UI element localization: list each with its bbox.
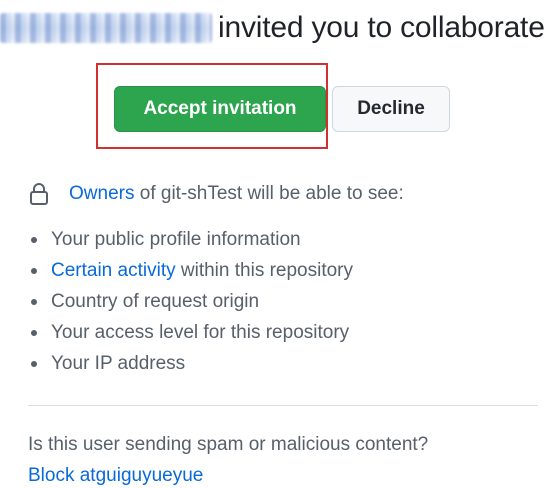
permissions-list: Your public profile information Certain … [28, 224, 353, 379]
lock-icon [30, 183, 48, 205]
list-item: Your public profile information [28, 224, 353, 255]
list-item: Country of request origin [28, 286, 353, 317]
permission-text: within this repository [180, 259, 354, 281]
bullet-icon [31, 298, 37, 305]
spam-question: Is this user sending spam or malicious c… [28, 434, 429, 455]
bullet-icon [31, 329, 37, 336]
permission-text: Your public profile information [51, 228, 301, 250]
invitation-title: invited you to collaborate [0, 6, 545, 50]
bullet-icon [31, 236, 37, 243]
list-item: Certain activity within this repository [28, 255, 353, 286]
owners-link[interactable]: Owners [69, 183, 134, 205]
bullet-icon [31, 267, 37, 274]
divider [28, 405, 538, 406]
blurred-inviter-name [0, 13, 212, 43]
certain-activity-link[interactable]: Certain activity [51, 260, 176, 282]
visibility-text: of git-shTest will be able to see: [139, 183, 404, 204]
title-text: invited you to collaborate [218, 11, 545, 44]
highlight-annotation-box [96, 63, 328, 149]
list-item: Your IP address [28, 348, 353, 379]
decline-button[interactable]: Decline [332, 86, 450, 132]
visibility-notice: Owners of git-shTest will be able to see… [28, 180, 404, 208]
block-user-link[interactable]: Block atguiguyueyue [28, 465, 203, 487]
permission-text: Your access level for this repository [51, 321, 350, 343]
permission-text: Your IP address [51, 352, 186, 374]
permission-text: Country of request origin [51, 290, 260, 312]
list-item: Your access level for this repository [28, 317, 353, 348]
bullet-icon [31, 360, 37, 367]
invitation-page: invited you to collaborate Accept invita… [0, 0, 557, 488]
